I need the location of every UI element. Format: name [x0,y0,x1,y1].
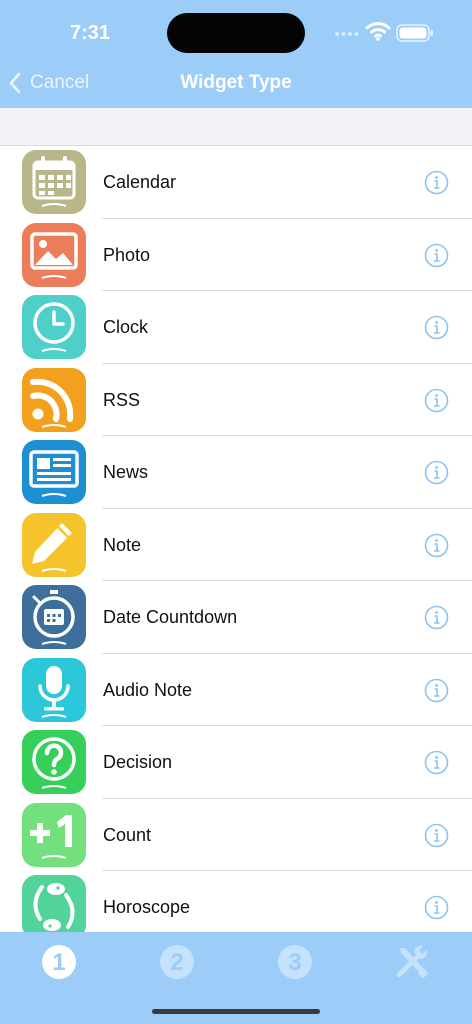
pencil-icon [22,512,86,577]
widget-row-date-countdown[interactable]: Date Countdown [0,581,472,654]
tab-tools[interactable] [392,942,432,982]
widget-type-screen: 7:31 Cancel Widget Type Calendar Photo C… [0,0,472,1024]
dynamic-island [167,13,305,53]
info-circle-icon[interactable] [424,170,449,195]
info-circle-icon[interactable] [424,388,449,413]
wifi-icon [365,22,391,41]
home-indicator [152,1009,320,1014]
tab-step-2[interactable]: 2 [157,942,197,982]
widget-label: Audio Note [103,679,193,700]
widget-label: RSS [103,389,141,410]
tab-step-3[interactable]: 3 [275,942,315,982]
stopwatch-calendar-icon [22,585,86,649]
pisces-icon [22,875,86,939]
page-title: Widget Type [180,72,292,93]
widget-row-calendar[interactable]: Calendar [0,146,472,219]
info-circle-icon[interactable] [424,533,449,558]
widget-row-audio-note[interactable]: Audio Note [0,654,472,726]
widget-label: Calendar [103,172,177,192]
cellular-dots-icon [335,32,359,36]
rss-icon [22,367,86,432]
widget-label: Clock [103,317,149,337]
widget-label: Count [103,824,152,845]
svg-text:3: 3 [288,949,301,976]
microphone-icon [22,657,86,722]
widget-row-decision[interactable]: Decision [0,726,472,799]
widget-type-list: Calendar Photo Clock RSS News Note Date … [0,146,472,944]
widget-row-clock[interactable]: Clock [0,291,472,364]
navigation-header: 7:31 Cancel Widget Type [0,0,472,108]
step-1-icon: 1 [42,945,76,979]
calendar-icon [22,150,86,214]
svg-text:1: 1 [52,949,65,976]
photo-icon [22,222,86,287]
status-time: 7:31 [70,22,111,44]
battery-icon [396,24,433,42]
step-3-icon: 3 [278,945,312,979]
widget-label: News [103,462,149,482]
svg-text:2: 2 [170,949,183,976]
info-circle-icon[interactable] [424,823,449,848]
question-mark-icon [22,730,86,794]
widget-row-photo[interactable]: Photo [0,219,472,291]
clock-icon [22,295,86,359]
widget-label: Date Countdown [103,607,238,627]
info-circle-icon[interactable] [424,750,449,775]
tools-icon [396,945,428,978]
chevron-left-icon [9,72,21,94]
widget-label: Note [103,534,142,555]
widget-row-count[interactable]: Count [0,799,472,871]
info-circle-icon[interactable] [424,895,449,920]
cancel-label: Cancel [30,72,90,93]
cancel-button[interactable]: Cancel [8,66,89,100]
info-circle-icon[interactable] [424,315,449,340]
info-circle-icon[interactable] [424,678,449,703]
widget-row-note[interactable]: Note [0,509,472,581]
plus-one-icon [22,802,86,867]
info-circle-icon[interactable] [424,605,449,630]
widget-label: Decision [103,752,173,772]
info-circle-icon[interactable] [424,243,449,268]
info-circle-icon[interactable] [424,460,449,485]
widget-row-news[interactable]: News [0,436,472,509]
news-icon [22,440,86,504]
section-spacer [0,108,472,146]
step-2-icon: 2 [160,945,194,979]
widget-label: Photo [103,244,151,265]
tab-step-1[interactable]: 1 [39,942,79,982]
widget-row-rss[interactable]: RSS [0,364,472,436]
